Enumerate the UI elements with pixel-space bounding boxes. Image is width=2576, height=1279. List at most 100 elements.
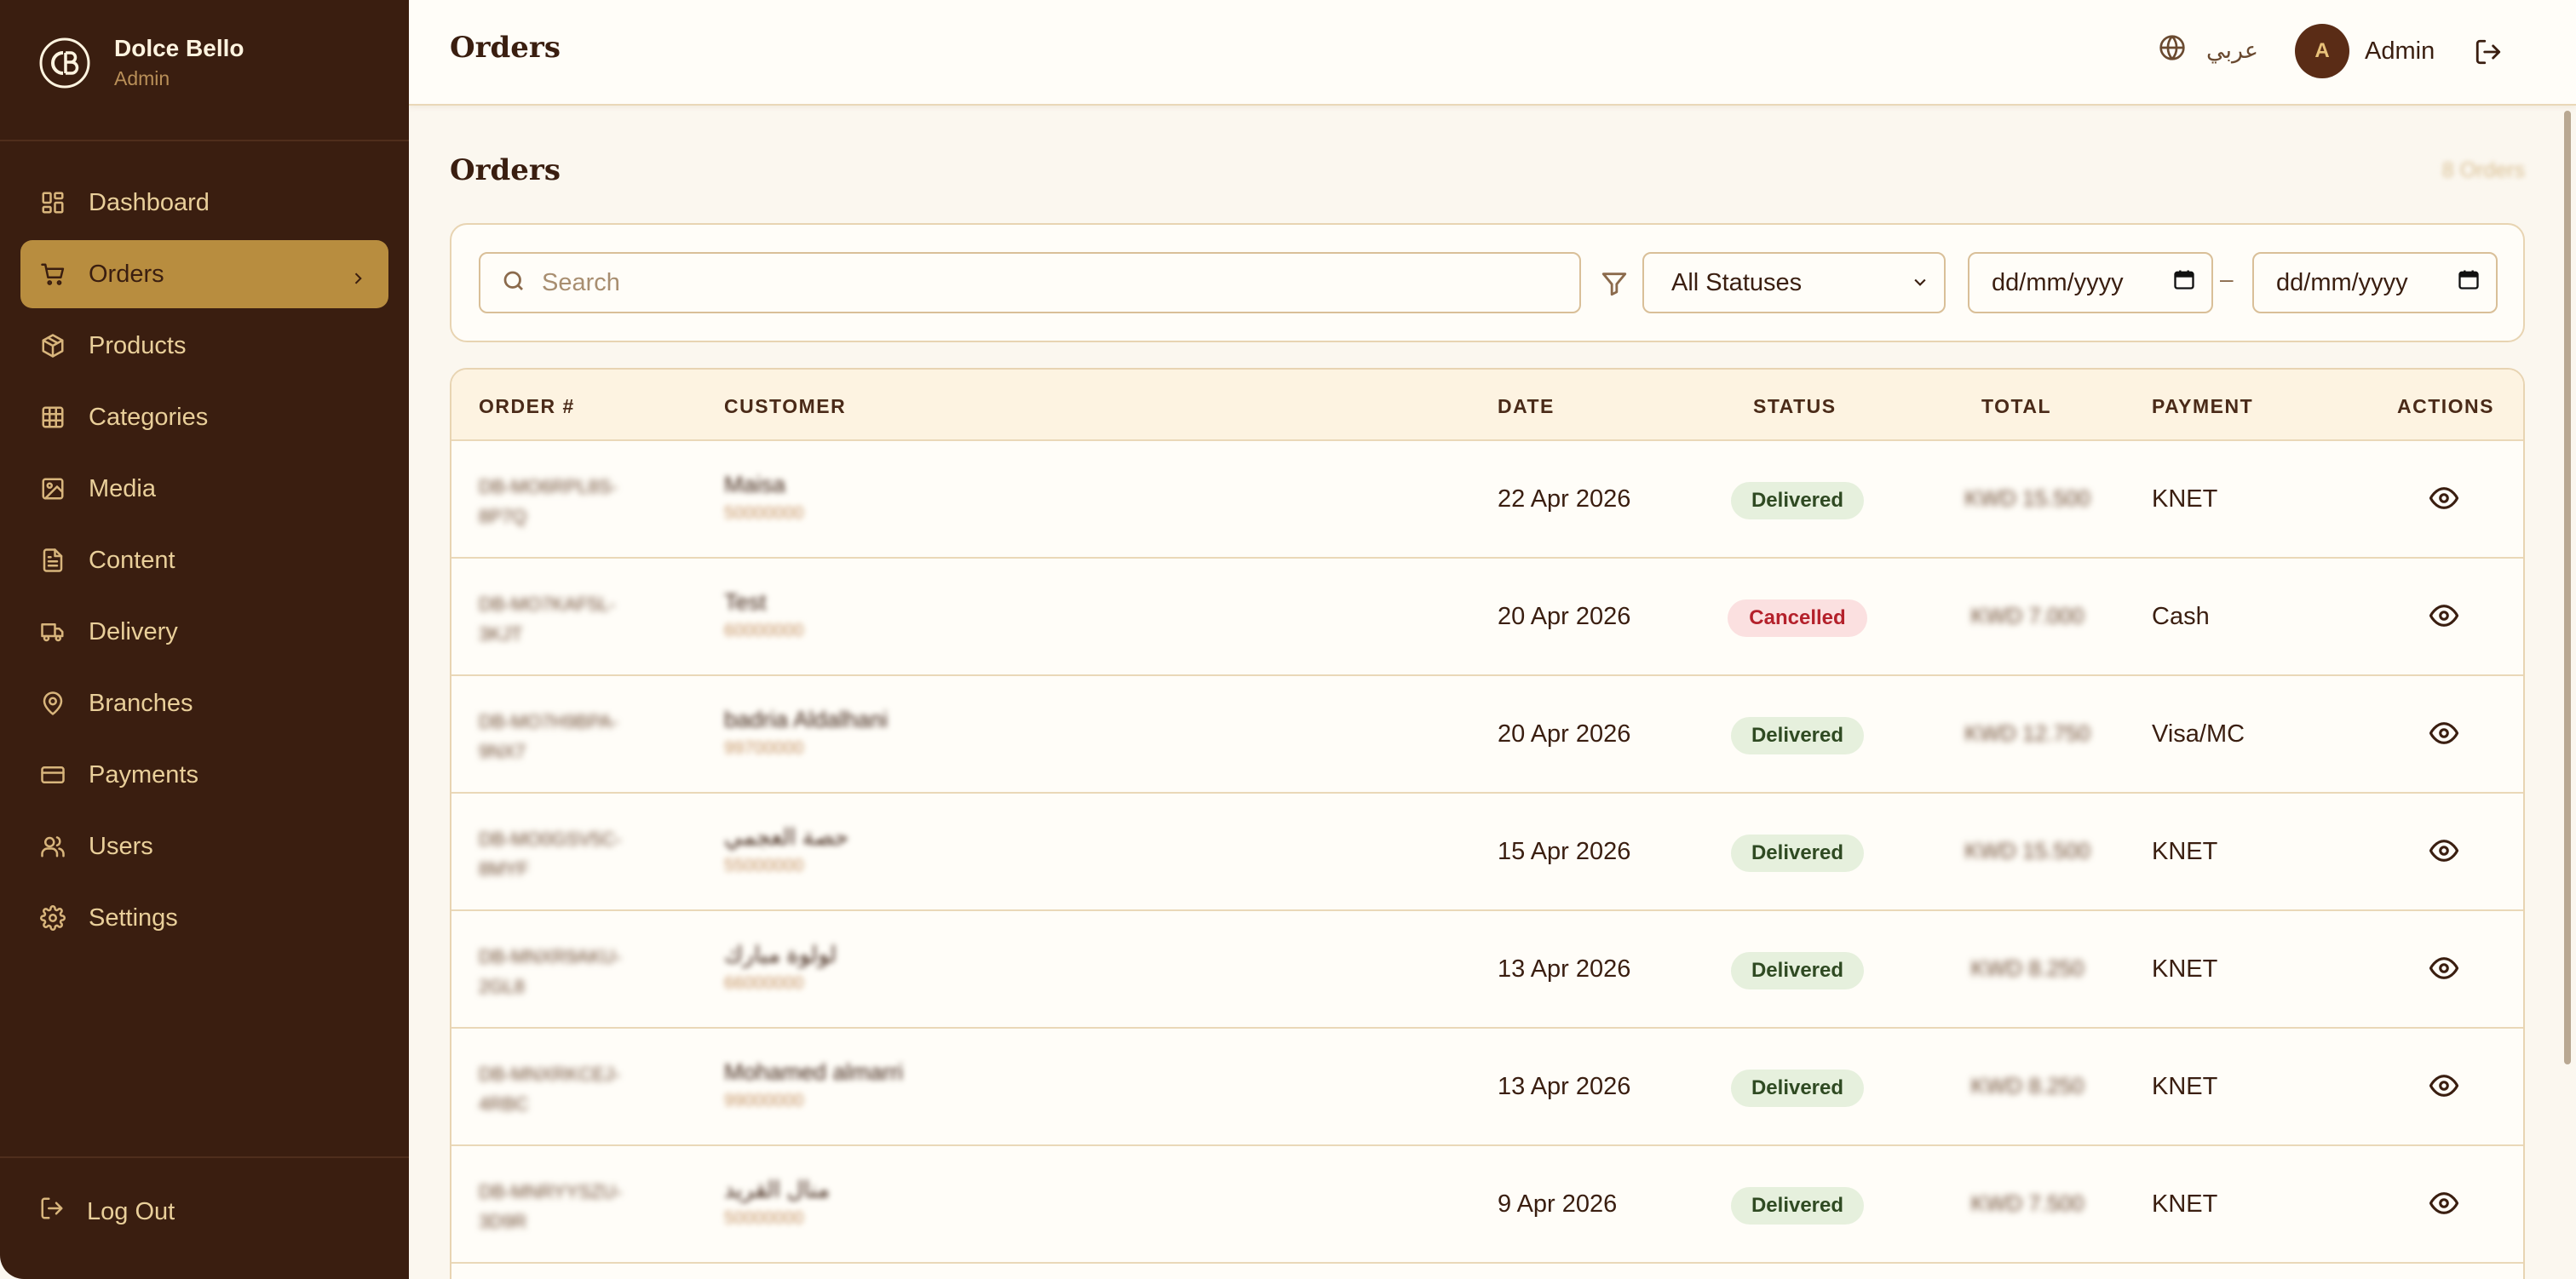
payment-method: KNET (2152, 1190, 2218, 1218)
date-from-input[interactable]: dd/mm/yyyy (1968, 252, 2213, 313)
sidebar-item-branches[interactable]: Branches (20, 669, 388, 737)
sidebar-item-label: Delivery (89, 617, 178, 645)
customer-cell: لولوة مبارك 66000000 (724, 942, 837, 994)
view-order-button[interactable] (2429, 601, 2459, 634)
table-row[interactable]: DB-MO0GSV5C-8MYF حصة العجمي 55000000 15 … (451, 794, 2523, 911)
sidebar-divider (0, 140, 409, 141)
column-header-actions: ACTIONS (2397, 395, 2494, 417)
status-select[interactable]: All Statuses (1642, 252, 1946, 313)
date-to-input[interactable]: dd/mm/yyyy (2252, 252, 2498, 313)
customer-name: لولوة مبارك (724, 942, 837, 967)
customer-cell: Test 60000000 (724, 589, 803, 641)
sidebar-item-settings[interactable]: Settings (20, 884, 388, 952)
column-header-status[interactable]: STATUS (1753, 395, 1837, 418)
customer-name: Maisa (724, 472, 786, 497)
view-order-button[interactable] (2429, 836, 2459, 869)
page-scrollbar[interactable] (2564, 111, 2571, 1064)
view-order-button[interactable] (2429, 1071, 2459, 1104)
customer-phone: 66000000 (724, 973, 804, 993)
grid-icon (39, 404, 66, 431)
table-row[interactable]: DB-MO7H9BPA-9NX7 badria Aldalhani 997000… (451, 676, 2523, 794)
view-order-button[interactable] (2429, 954, 2459, 987)
status-badge: Cancelled (1728, 599, 1867, 637)
table-row[interactable]: DB-MNRYYSZU-3D9R منال القريد 50000000 9 … (451, 1146, 2523, 1264)
sidebar-item-label: Settings (89, 903, 178, 932)
status-badge: Delivered (1731, 1187, 1864, 1225)
order-date: 13 Apr 2026 (1498, 1073, 1631, 1100)
calendar-icon[interactable] (2457, 267, 2481, 298)
header-logout-button[interactable] (2474, 37, 2503, 71)
column-header-customer[interactable]: CUSTOMER (724, 395, 846, 418)
eye-icon (2429, 605, 2459, 634)
order-date: 15 Apr 2026 (1498, 838, 1631, 865)
table-row[interactable]: DB-MO6RPL8S-8P7Q Maisa 50000000 22 Apr 2… (451, 441, 2523, 559)
customer-phone: 50000000 (724, 503, 804, 523)
search-field[interactable] (479, 252, 1581, 313)
brand-role: Admin (114, 66, 170, 89)
sidebar-item-dashboard[interactable]: Dashboard (20, 169, 388, 237)
status-select-value: All Statuses (1671, 268, 1803, 296)
table-row[interactable]: DB-MNXR9AKU-2GL8 لولوة مبارك 66000000 13… (451, 911, 2523, 1029)
chevron-down-icon (1912, 269, 1929, 297)
view-order-button[interactable] (2429, 484, 2459, 517)
table-row[interactable]: DB-MNXRKCEJ-4RBC Mohamed almarri 9900000… (451, 1029, 2523, 1146)
column-header-payment[interactable]: PAYMENT (2152, 395, 2253, 418)
customer-cell: حصة العجمي 55000000 (724, 824, 848, 876)
eye-icon (2429, 722, 2459, 751)
logout-icon (39, 1196, 65, 1228)
column-header-date[interactable]: DATE (1498, 395, 1555, 418)
status-badge: Delivered (1731, 835, 1864, 872)
payment-method: Cash (2152, 603, 2210, 630)
sidebar-item-label: Orders (89, 260, 164, 288)
order-date: 9 Apr 2026 (1498, 1190, 1618, 1218)
column-header-total[interactable]: TOTAL (1981, 395, 2051, 418)
brand[interactable]: Dolce Bello Admin (37, 35, 244, 90)
view-order-button[interactable] (2429, 1189, 2459, 1222)
order-number: DB-MO7KAF5L-3KJT (479, 594, 616, 645)
logout-label: Log Out (87, 1197, 175, 1225)
order-total: KWD 8.250 (1970, 1073, 2084, 1098)
sidebar-item-payments[interactable]: Payments (20, 741, 388, 809)
column-header-order[interactable]: ORDER # (479, 395, 575, 418)
avatar: A (2295, 24, 2349, 78)
customer-name: Test (724, 589, 767, 615)
page-header-title: Orders (450, 31, 561, 65)
users-icon (39, 833, 66, 860)
user-menu[interactable]: A Admin (2295, 24, 2435, 78)
sidebar-item-orders[interactable]: Orders (20, 240, 388, 308)
status-badge: Delivered (1731, 482, 1864, 519)
eye-icon (2429, 1075, 2459, 1104)
brand-logo-icon (37, 36, 92, 90)
sidebar-item-label: Media (89, 474, 156, 502)
customer-phone: 50000000 (724, 1208, 804, 1228)
topbar: Orders عربي A Admin (409, 0, 2576, 106)
customer-phone: 55000000 (724, 856, 804, 875)
calendar-icon[interactable] (2172, 267, 2196, 298)
sidebar-item-delivery[interactable]: Delivery (20, 598, 388, 666)
search-icon (501, 268, 526, 298)
order-number: DB-MO7H9BPA-9NX7 (479, 711, 618, 763)
sidebar-item-label: Categories (89, 403, 209, 431)
table-row[interactable]: DB-MO7KAF5L-3KJT Test 60000000 20 Apr 20… (451, 559, 2523, 676)
dashboard-icon (39, 189, 66, 216)
view-order-button[interactable] (2429, 719, 2459, 752)
sidebar-divider (0, 1156, 409, 1158)
sidebar-item-products[interactable]: Products (20, 312, 388, 380)
order-number: DB-MO0GSV5C-8MYF (479, 829, 622, 880)
sidebar-item-categories[interactable]: Categories (20, 383, 388, 451)
customer-phone: 99000000 (724, 1091, 804, 1110)
customer-name: حصة العجمي (724, 824, 849, 850)
order-date: 22 Apr 2026 (1498, 485, 1631, 513)
language-switch[interactable]: عربي (2159, 34, 2258, 67)
sidebar-item-users[interactable]: Users (20, 812, 388, 880)
sidebar-item-media[interactable]: Media (20, 455, 388, 523)
customer-cell: Mohamed almarri 99000000 (724, 1059, 903, 1111)
search-input[interactable] (542, 268, 1547, 297)
customer-cell: badria Aldalhani 99700000 (724, 707, 888, 759)
logout-button[interactable]: Log Out (39, 1196, 175, 1228)
order-number: DB-MNXRKCEJ-4RBC (479, 1064, 621, 1116)
brand-name: Dolce Bello (114, 35, 244, 62)
sidebar-item-content[interactable]: Content (20, 526, 388, 594)
date-from-placeholder: dd/mm/yyyy (1992, 268, 2124, 296)
order-total: KWD 15.500 (1964, 485, 2090, 511)
